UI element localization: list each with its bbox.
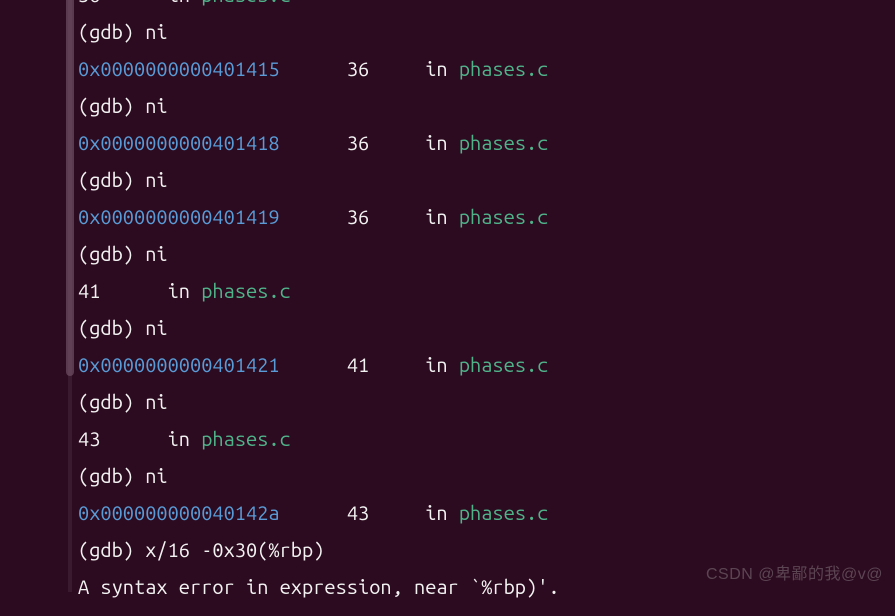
terminal-line: (gdb) ni [78, 235, 895, 272]
source-file: phases.c [459, 205, 549, 228]
source-file: phases.c [459, 131, 549, 154]
gdb-prompt: (gdb) [78, 168, 145, 191]
terminal-line: 0x0000000000401421 41 in phases.c [78, 346, 895, 383]
source-file: phases.c [201, 0, 291, 6]
terminal-line: (gdb) ni [78, 13, 895, 50]
line-number: 41 [347, 353, 369, 376]
gdb-command: ni [145, 242, 167, 265]
line-number: 43 [347, 501, 369, 524]
gdb-command: ni [145, 20, 167, 43]
terminal-line: (gdb) ni [78, 383, 895, 420]
line-number: 36 [347, 57, 369, 80]
gdb-prompt: (gdb) [78, 464, 145, 487]
terminal-line: 43 in phases.c [78, 420, 895, 457]
gdb-command: ni [145, 316, 167, 339]
source-file: phases.c [459, 57, 549, 80]
terminal-line: 0x0000000000401418 36 in phases.c [78, 124, 895, 161]
gdb-prompt: (gdb) [78, 94, 145, 117]
line-number: 36 [347, 205, 369, 228]
terminal-line: (gdb) ni [78, 457, 895, 494]
gdb-prompt: (gdb) [78, 316, 145, 339]
memory-address: 0x000000000040142a [78, 501, 280, 524]
terminal-line: (gdb) ni [78, 161, 895, 198]
terminal-line: 0x000000000040142a 43 in phases.c [78, 494, 895, 531]
gdb-command: ni [145, 464, 167, 487]
watermark: CSDN @卑鄙的我@v@ [706, 560, 883, 584]
source-file: phases.c [459, 501, 549, 524]
memory-address: 0x0000000000401419 [78, 205, 280, 228]
terminal-line: (gdb) ni [78, 87, 895, 124]
line-number: 41 [78, 279, 100, 302]
gdb-command: ni [145, 390, 167, 413]
source-file: phases.c [201, 279, 291, 302]
terminal-output[interactable]: 36 in phases.c(gdb) ni0x0000000000401415… [0, 0, 895, 605]
terminal-line: 36 in phases.c [78, 0, 895, 13]
memory-address: 0x0000000000401418 [78, 131, 280, 154]
terminal-line: 41 in phases.c [78, 272, 895, 309]
error-message: A syntax error in expression, near `%rbp… [78, 575, 560, 598]
gdb-command: x/16 -0x30(%rbp) [145, 538, 324, 561]
gdb-command: ni [145, 168, 167, 191]
line-number: 36 [78, 0, 100, 6]
memory-address: 0x0000000000401415 [78, 57, 280, 80]
gdb-prompt: (gdb) [78, 538, 145, 561]
source-file: phases.c [201, 427, 291, 450]
line-number: 43 [78, 427, 100, 450]
source-file: phases.c [459, 353, 549, 376]
gdb-prompt: (gdb) [78, 242, 145, 265]
terminal-line: (gdb) ni [78, 309, 895, 346]
terminal-line: 0x0000000000401415 36 in phases.c [78, 50, 895, 87]
gdb-prompt: (gdb) [78, 20, 145, 43]
memory-address: 0x0000000000401421 [78, 353, 280, 376]
line-number: 36 [347, 131, 369, 154]
gdb-prompt: (gdb) [78, 390, 145, 413]
gdb-command: ni [145, 94, 167, 117]
terminal-line: 0x0000000000401419 36 in phases.c [78, 198, 895, 235]
